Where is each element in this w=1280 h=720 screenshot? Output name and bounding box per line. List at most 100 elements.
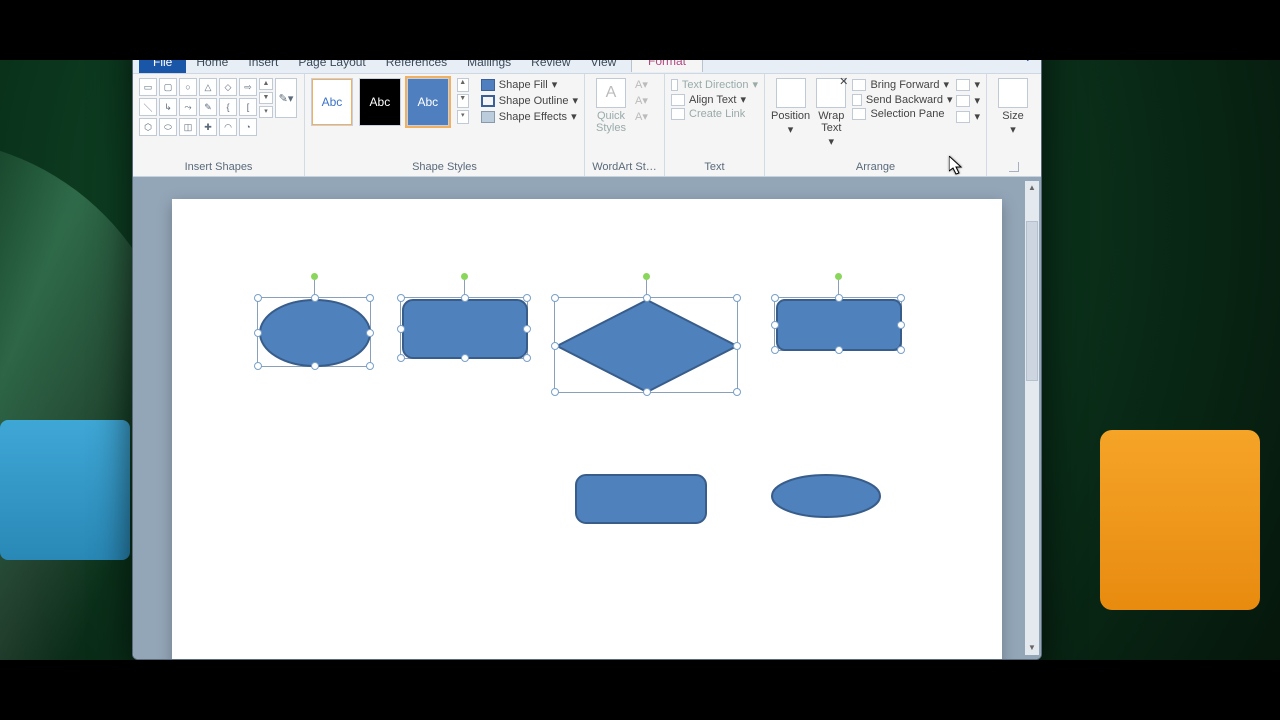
resize-handle[interactable] (254, 329, 262, 337)
rounded-rect-shape[interactable] (400, 297, 528, 359)
shape-arc-icon[interactable]: ◠ (219, 118, 237, 136)
resize-handle[interactable] (835, 294, 843, 302)
shape-rectangle-icon[interactable]: ▭ (139, 78, 157, 96)
shape-cube-icon[interactable]: ◫ (179, 118, 197, 136)
resize-handle[interactable] (897, 321, 905, 329)
position-button[interactable]: Position ▾ (771, 78, 810, 148)
shape-style-1[interactable]: Abc (311, 78, 353, 126)
rounded-rect-shape-2[interactable] (774, 297, 902, 351)
shape-style-3[interactable]: Abc (407, 78, 449, 126)
create-link-label: Create Link (689, 108, 745, 120)
scroll-up-icon[interactable]: ▲ (1025, 181, 1039, 195)
size-button[interactable]: Size ▾ (993, 78, 1033, 136)
resize-handle[interactable] (523, 294, 531, 302)
shape-brace-icon[interactable]: { (219, 98, 237, 116)
size-group: Size ▾ (987, 74, 1027, 176)
resize-handle[interactable] (366, 294, 374, 302)
resize-handle[interactable] (311, 362, 319, 370)
shape-triangle-icon[interactable]: △ (199, 78, 217, 96)
shape-plus-icon[interactable]: ✚ (199, 118, 217, 136)
resize-handle[interactable] (551, 388, 559, 396)
scroll-down-icon[interactable]: ▼ (1025, 641, 1039, 655)
size-label: Size (1002, 110, 1023, 122)
resize-handle[interactable] (397, 354, 405, 362)
resize-handle[interactable] (366, 362, 374, 370)
text-group: Text Direction▾ Align Text▾ Create Link … (665, 74, 765, 176)
resize-handle[interactable] (733, 342, 741, 350)
style-gallery-more[interactable]: ▾ (457, 110, 469, 124)
shape-ellipse-icon[interactable]: ○ (179, 78, 197, 96)
shape-free-icon[interactable]: ✎ (199, 98, 217, 116)
resize-handle[interactable] (366, 329, 374, 337)
diamond-shape[interactable] (554, 297, 738, 393)
shape-hex-icon[interactable]: ⬡ (139, 118, 157, 136)
size-group-label (993, 171, 1021, 174)
shape-gallery-down[interactable]: ▼ (259, 92, 273, 104)
shape-effects-label: Shape Effects (499, 111, 567, 123)
resize-handle[interactable] (643, 388, 651, 396)
text-direction-label: Text Direction (682, 79, 749, 91)
shape-gallery-more[interactable]: ▾ (259, 106, 273, 118)
text-direction-button: Text Direction▾ (671, 78, 758, 91)
resize-handle[interactable] (397, 294, 405, 302)
shape-can-icon[interactable]: ⬭ (159, 118, 177, 136)
shape-gallery-up[interactable]: ▲ (259, 78, 273, 90)
shape-fill-button[interactable]: Shape Fill▾ (481, 78, 578, 91)
resize-handle[interactable] (771, 346, 779, 354)
resize-handle[interactable] (551, 294, 559, 302)
shape-gallery[interactable]: ▭ ▢ ○ △ ◇ ⇨ ＼ ↳ ⤳ ✎ { [ ⬡ ⬭ ◫ (139, 78, 257, 136)
selection-pane-button[interactable]: Selection Pane (852, 108, 952, 120)
shape-curve-icon[interactable]: ⤳ (179, 98, 197, 116)
resize-handle[interactable] (897, 346, 905, 354)
resize-handle[interactable] (643, 294, 651, 302)
resize-handle[interactable] (254, 362, 262, 370)
style-gallery-up[interactable]: ▲ (457, 78, 469, 92)
send-backward-button[interactable]: Send Backward▾ (852, 93, 952, 106)
resize-handle[interactable] (771, 294, 779, 302)
shape-arrow-icon[interactable]: ⇨ (239, 78, 257, 96)
shape-effects-button[interactable]: Shape Effects▾ (481, 110, 578, 123)
resize-handle[interactable] (254, 294, 262, 302)
resize-handle[interactable] (461, 294, 469, 302)
vertical-scrollbar[interactable]: ▲ ▼ (1025, 181, 1039, 655)
wrap-text-button[interactable]: ✕ Wrap Text ▾ (814, 78, 848, 148)
shape-outline-button[interactable]: Shape Outline▾ (481, 94, 578, 107)
style-gallery-down[interactable]: ▼ (457, 94, 469, 108)
size-launcher-icon[interactable] (1009, 162, 1019, 172)
shape-fill-label: Shape Fill (499, 79, 548, 91)
rotate-button[interactable]: ▾ (956, 110, 980, 123)
resize-handle[interactable] (397, 325, 405, 333)
wordart-label: WordArt St… (591, 159, 658, 174)
bring-forward-button[interactable]: Bring Forward▾ (852, 78, 952, 91)
resize-handle[interactable] (835, 346, 843, 354)
resize-handle[interactable] (311, 294, 319, 302)
shape-line-icon[interactable]: ＼ (139, 98, 157, 116)
ellipse-shape-2[interactable] (770, 473, 882, 519)
word-window: W 💾 ↶ ↻ ▾ Document1 - Microsoft Word Dra… (132, 20, 1042, 660)
shape-pie-icon[interactable]: ◔ (239, 118, 257, 136)
shape-conn-arrow-icon[interactable]: ↳ (159, 98, 177, 116)
rounded-rect-shape-3[interactable] (574, 473, 708, 525)
shape-bracket-icon[interactable]: [ (239, 98, 257, 116)
resize-handle[interactable] (551, 342, 559, 350)
shape-style-2[interactable]: Abc (359, 78, 401, 126)
quick-styles-label: Quick Styles (596, 110, 626, 134)
resize-handle[interactable] (771, 321, 779, 329)
edit-shape-button[interactable]: ✎▾ (275, 78, 297, 118)
align-button[interactable]: ▾ (956, 78, 980, 91)
resize-handle[interactable] (897, 294, 905, 302)
resize-handle[interactable] (523, 325, 531, 333)
resize-handle[interactable] (523, 354, 531, 362)
resize-handle[interactable] (733, 294, 741, 302)
document-area (133, 177, 1041, 659)
resize-handle[interactable] (461, 354, 469, 362)
shape-diamond-icon[interactable]: ◇ (219, 78, 237, 96)
align-text-button[interactable]: Align Text▾ (671, 93, 758, 106)
scroll-thumb[interactable] (1026, 221, 1038, 381)
shape-rounded-rect-icon[interactable]: ▢ (159, 78, 177, 96)
ellipse-shape[interactable] (257, 297, 371, 367)
page[interactable] (172, 199, 1002, 660)
mouse-cursor-icon (949, 156, 963, 176)
resize-handle[interactable] (733, 388, 741, 396)
group-button[interactable]: ▾ (956, 94, 980, 107)
